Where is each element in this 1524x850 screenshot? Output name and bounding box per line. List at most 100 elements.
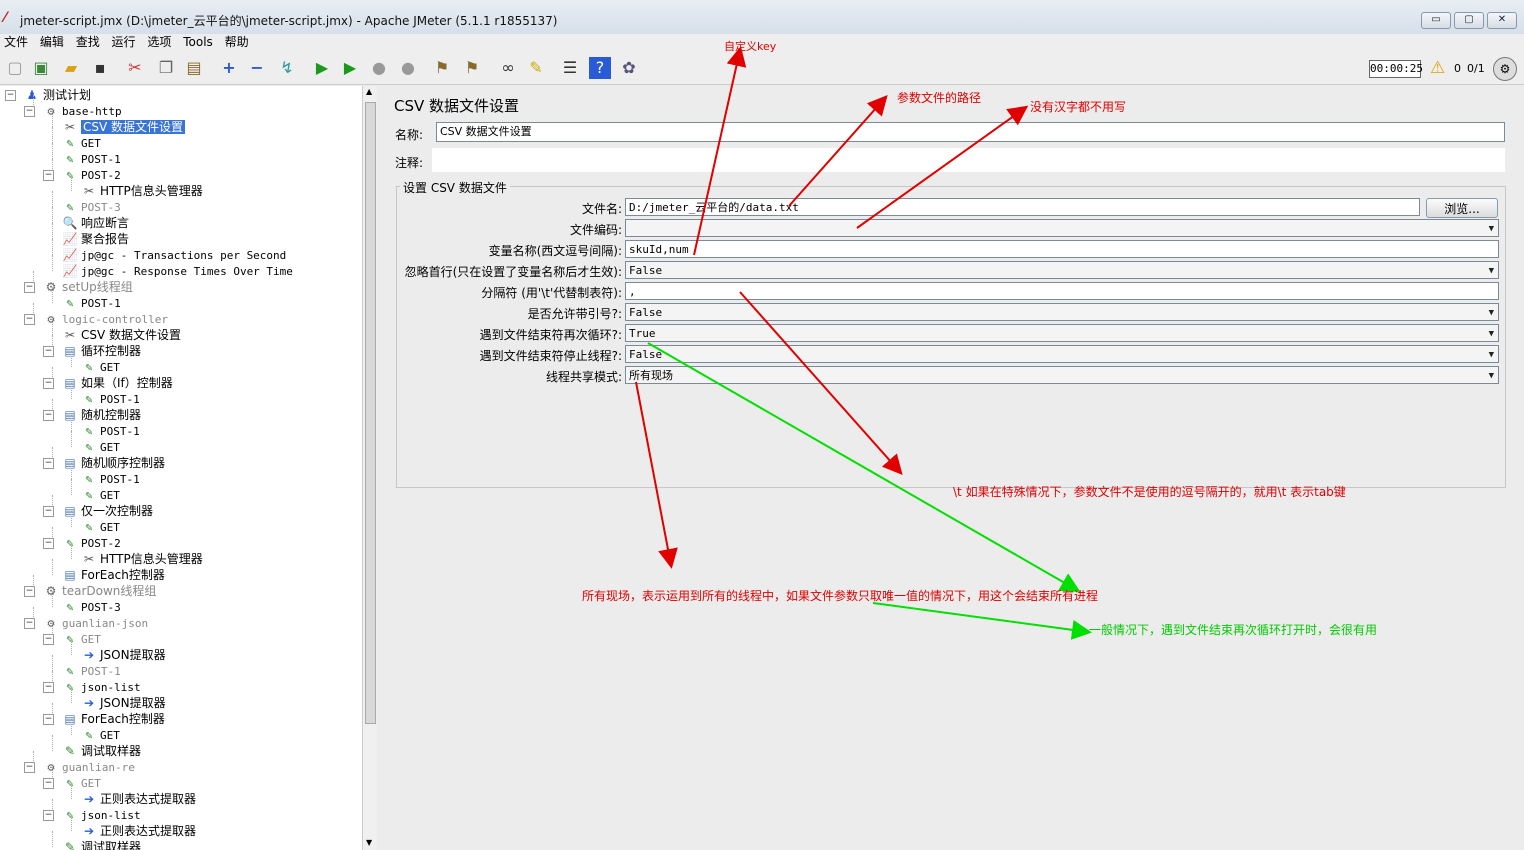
- minimize-button[interactable]: ▭: [1421, 12, 1451, 29]
- templates-icon[interactable]: ▣: [30, 57, 52, 79]
- tree-expander[interactable]: −: [24, 618, 35, 629]
- tree-node[interactable]: ⚙ guanlian-re: [43, 759, 134, 775]
- tree-node[interactable]: ✎ 调试取样器: [62, 839, 141, 850]
- tree-node[interactable]: ✂ HTTP信息头管理器: [81, 551, 203, 567]
- tree-node[interactable]: ⚙ tearDown线程组: [43, 583, 157, 599]
- tree-node[interactable]: ✂ HTTP信息头管理器: [81, 183, 203, 199]
- name-field[interactable]: CSV 数据文件设置: [436, 122, 1505, 142]
- tree-node[interactable]: ♟ 测试计划: [24, 87, 91, 103]
- tree-node[interactable]: ✎ GET: [81, 727, 120, 743]
- chevron-down-icon[interactable]: ▼: [1489, 262, 1494, 280]
- tree-expander[interactable]: −: [43, 378, 54, 389]
- tree-expander[interactable]: −: [43, 778, 54, 789]
- tree-node[interactable]: ▤ 如果（If）控制器: [62, 375, 172, 391]
- close-button[interactable]: ✕: [1487, 12, 1517, 29]
- tree-node[interactable]: ✎ POST-3: [62, 599, 120, 615]
- tree-node[interactable]: ✎ POST-1: [62, 663, 120, 679]
- scroll-down-icon[interactable]: ▼: [366, 838, 372, 847]
- tree-node[interactable]: ✎ POST-1: [81, 423, 139, 439]
- tree-expander[interactable]: −: [24, 762, 35, 773]
- filename-field[interactable]: D:/jmeter_云平台的/data.txt: [625, 198, 1420, 216]
- tree-expander[interactable]: −: [24, 106, 35, 117]
- tree-node[interactable]: ✎ GET: [62, 135, 101, 151]
- tree-expander[interactable]: −: [43, 714, 54, 725]
- stop-icon[interactable]: ●: [368, 57, 390, 79]
- stop-thread-on-eof-select[interactable]: False ▼: [625, 345, 1499, 363]
- tree-node[interactable]: ▤ 随机控制器: [62, 407, 141, 423]
- tree-node[interactable]: ✎ GET: [81, 487, 120, 503]
- collapse-icon[interactable]: −: [246, 57, 268, 79]
- tree-node[interactable]: 📈 聚合报告: [62, 231, 130, 247]
- cut-icon[interactable]: ✂: [124, 57, 146, 79]
- chevron-down-icon[interactable]: ▼: [1489, 325, 1494, 343]
- menu-file[interactable]: 文件: [4, 34, 28, 50]
- tree-node[interactable]: 🔍 响应断言: [62, 215, 130, 231]
- tree-node[interactable]: ✎ GET: [81, 439, 120, 455]
- tree-node[interactable]: ✎ GET: [62, 775, 101, 791]
- paste-icon[interactable]: ▤: [183, 57, 205, 79]
- tree-node[interactable]: ✎ GET: [81, 519, 120, 535]
- menu-search[interactable]: 查找: [76, 34, 100, 50]
- tree-expander[interactable]: −: [24, 314, 35, 325]
- tree-node[interactable]: ⚙ guanlian-json: [43, 615, 148, 631]
- tree-node[interactable]: ✎ GET: [62, 631, 101, 647]
- tree-expander[interactable]: −: [5, 90, 16, 101]
- tree-node[interactable]: ✎ POST-3: [62, 199, 120, 215]
- expand-icon[interactable]: +: [218, 57, 240, 79]
- scroll-up-icon[interactable]: ▲: [366, 87, 372, 96]
- maximize-button[interactable]: ▢: [1454, 12, 1484, 29]
- tree-node[interactable]: ▤ 随机顺序控制器: [62, 455, 165, 471]
- new-icon[interactable]: ▢: [4, 57, 26, 79]
- tree-expander[interactable]: −: [24, 282, 35, 293]
- tree-scrollbar[interactable]: ▲ ▼: [362, 86, 377, 850]
- tree-node[interactable]: ✎ POST-1: [81, 391, 139, 407]
- sharing-mode-select[interactable]: 所有现场 ▼: [625, 366, 1499, 384]
- tree-node[interactable]: ⚙ base-http: [43, 103, 121, 119]
- open-icon[interactable]: ▰: [60, 57, 82, 79]
- tree-expander[interactable]: −: [43, 346, 54, 357]
- save-icon[interactable]: ▪: [89, 57, 111, 79]
- tree-node[interactable]: 📈 jp@gc - Response Times Over Time: [62, 263, 293, 279]
- tree-expander[interactable]: −: [24, 586, 35, 597]
- variable-names-field[interactable]: skuId,num: [625, 240, 1499, 258]
- tree-expander[interactable]: −: [43, 682, 54, 693]
- file-encoding-select[interactable]: ▼: [625, 219, 1499, 237]
- tree-expander[interactable]: −: [43, 410, 54, 421]
- tree-node[interactable]: ➔ 正则表达式提取器: [81, 823, 196, 839]
- remote-icon[interactable]: ✿: [618, 57, 640, 79]
- tree-node[interactable]: ✎ POST-1: [62, 151, 120, 167]
- menu-run[interactable]: 运行: [112, 34, 136, 50]
- clear-all-icon[interactable]: ⚑: [461, 57, 483, 79]
- menu-edit[interactable]: 编辑: [40, 34, 64, 50]
- tree-node[interactable]: ✎ POST-1: [62, 295, 120, 311]
- tree-node[interactable]: ⚙ logic-controller: [43, 311, 168, 327]
- tree-expander[interactable]: −: [43, 810, 54, 821]
- chevron-down-icon[interactable]: ▼: [1489, 220, 1494, 238]
- recycle-on-eof-select[interactable]: True ▼: [625, 324, 1499, 342]
- help-icon[interactable]: ?: [589, 57, 611, 79]
- tree-node[interactable]: ⚙ setUp线程组: [43, 279, 133, 295]
- ignore-first-line-select[interactable]: False ▼: [625, 261, 1499, 279]
- chevron-down-icon[interactable]: ▼: [1489, 304, 1494, 322]
- tree-node[interactable]: 📈 jp@gc - Transactions per Second: [62, 247, 287, 263]
- tree-expander[interactable]: −: [43, 538, 54, 549]
- tree-node[interactable]: ✂ CSV 数据文件设置: [62, 119, 186, 135]
- shutdown-icon[interactable]: ●: [397, 57, 419, 79]
- tree-node[interactable]: ▤ 循环控制器: [62, 343, 141, 359]
- tree-node[interactable]: ✎ json-list: [62, 679, 140, 695]
- settings-gear-icon[interactable]: ⚙: [1493, 57, 1517, 81]
- tree-node[interactable]: ✎ json-list: [62, 807, 140, 823]
- tree-node[interactable]: ➔ 正则表达式提取器: [81, 791, 196, 807]
- scrollbar-thumb[interactable]: [365, 102, 376, 724]
- comment-field[interactable]: [432, 148, 1505, 172]
- search-icon[interactable]: ∞: [497, 57, 519, 79]
- tree-node[interactable]: ✎ POST-1: [81, 471, 139, 487]
- chevron-down-icon[interactable]: ▼: [1489, 346, 1494, 364]
- tree-expander[interactable]: −: [43, 634, 54, 645]
- start-no-pause-icon[interactable]: ▶: [339, 57, 361, 79]
- menu-tools[interactable]: Tools: [183, 34, 213, 50]
- function-helper-icon[interactable]: ☰: [559, 57, 581, 79]
- tree-node[interactable]: ▤ 仅一次控制器: [62, 503, 153, 519]
- start-icon[interactable]: ▶: [311, 57, 333, 79]
- tree-node[interactable]: ➔ JSON提取器: [81, 647, 166, 663]
